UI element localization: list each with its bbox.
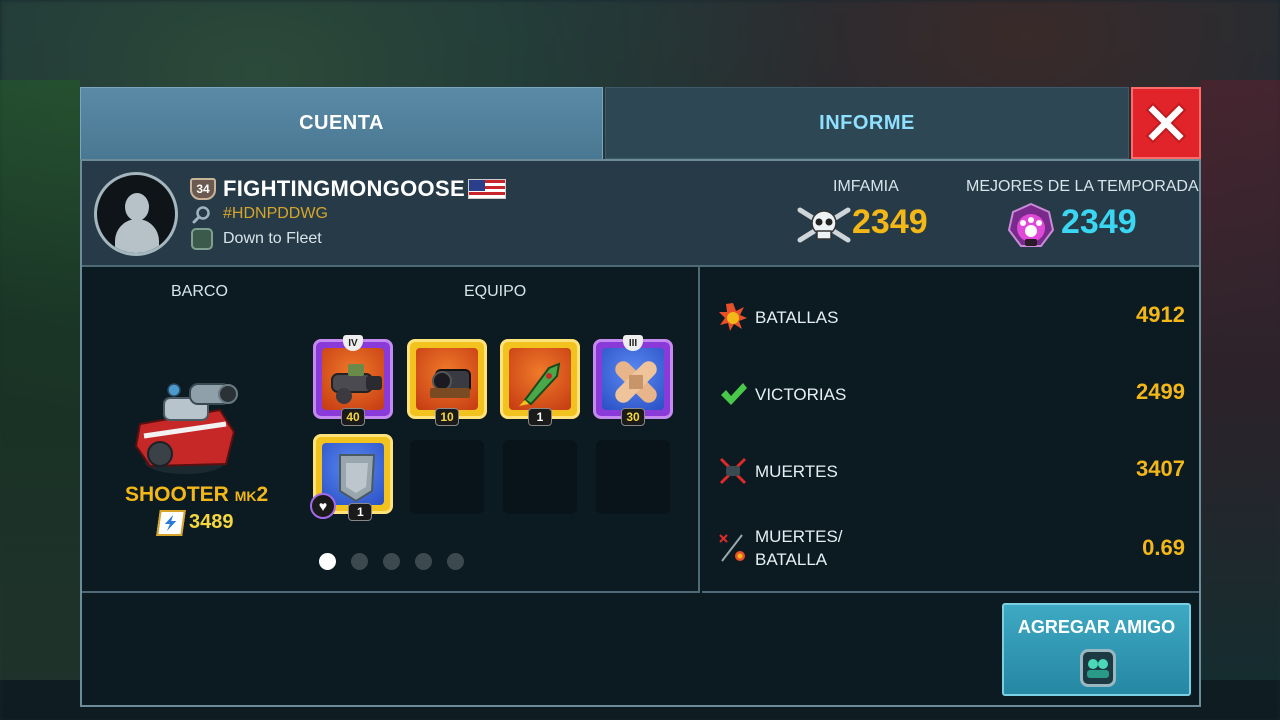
stat-label-line1: MUERTES/ (755, 527, 843, 546)
bandage-icon (615, 361, 657, 403)
stat-label: VICTORIAS (755, 385, 847, 404)
stats-section: BATALLAS 4912 VICTORIAS 2499 MUERTES 340… (702, 267, 1199, 593)
player-tag[interactable]: #HDNPDDWG (223, 205, 328, 223)
tab-cuenta-label: CUENTA (299, 112, 384, 134)
equipment-card-art (416, 348, 478, 410)
card-count: 40 (341, 408, 365, 426)
page-dot-5[interactable] (447, 553, 464, 570)
lightning-icon (156, 510, 186, 536)
crossed-swords-icon (718, 456, 748, 486)
imfamia-value: 2349 (852, 203, 928, 241)
ship-name-text: SHOOTER (125, 483, 229, 506)
us-flag-icon (468, 179, 506, 199)
rocket-icon (519, 362, 561, 406)
empty-equipment-slot[interactable] (410, 440, 484, 514)
stat-value: 4912 (1136, 302, 1185, 327)
ship-mk-level: 2 (256, 483, 269, 506)
ship-mk-prefix: MK (234, 488, 257, 504)
tab-informe-label: INFORME (819, 111, 915, 134)
skull-crossbones-icon (797, 207, 851, 243)
profile-header: 34 FIGHTINGMONGOOSE #HDNPDDWG Down to Fl… (82, 161, 1199, 267)
stat-row-muertes: MUERTES 3407 (702, 450, 1199, 490)
stat-row-muertes-batalla: MUERTES/ BATALLA 0.69 (702, 523, 1199, 573)
ship-power-value: 3489 (189, 511, 234, 533)
equipment-card-art (602, 348, 664, 410)
equipment-card-repair[interactable]: III 30 (593, 335, 673, 426)
profile-panel: 34 FIGHTINGMONGOOSE #HDNPDDWG Down to Fl… (80, 159, 1201, 707)
ratio-icon (718, 533, 748, 563)
card-count: 30 (621, 408, 645, 426)
tab-informe[interactable]: INFORME (605, 87, 1129, 159)
stat-label: BATALLAS (755, 308, 839, 327)
stat-label-line2: BATALLA (755, 550, 828, 569)
heart-icon: ♥ (310, 493, 336, 519)
equipment-card-mortar[interactable]: 10 (407, 339, 487, 426)
stat-label: MUERTES/ BATALLA (755, 525, 843, 571)
player-name: FIGHTINGMONGOOSE (223, 176, 465, 201)
loadout-section: BARCO EQUIPO SHOOTER MK2 3489 IV 40 10 1… (82, 267, 700, 593)
ship-name: SHOOTER MK2 (125, 483, 268, 507)
close-button[interactable] (1131, 87, 1201, 159)
level-shield-icon: 34 (190, 178, 216, 200)
background-right-decor (1200, 80, 1280, 680)
equipment-card-rocket[interactable]: 1 (500, 339, 580, 426)
card-count: 10 (435, 408, 459, 426)
background-left-decor (0, 80, 80, 680)
ship-image[interactable] (130, 362, 240, 482)
page-dot-4[interactable] (415, 553, 432, 570)
mortar-icon (430, 369, 471, 398)
fleet-icon (1080, 649, 1116, 687)
stat-row-batallas: BATALLAS 4912 (702, 296, 1199, 336)
empty-equipment-slot[interactable] (596, 440, 670, 514)
search-icon (192, 206, 210, 224)
avatar-body (115, 219, 159, 253)
barco-label: BARCO (171, 283, 228, 300)
stat-row-victorias: VICTORIAS 2499 (702, 373, 1199, 413)
empty-equipment-slot[interactable] (503, 440, 577, 514)
card-count: 1 (348, 503, 373, 521)
paw-badge-icon (1007, 202, 1055, 247)
stat-value: 0.69 (1142, 535, 1185, 560)
fleet-icon (191, 228, 213, 250)
add-friend-label: AGREGAR AMIGO (1017, 617, 1176, 637)
equipment-card-art (509, 348, 571, 410)
season-best-label: MEJORES DE LA TEMPORADA (966, 178, 1199, 195)
equipo-label: EQUIPO (464, 283, 527, 300)
avatar (94, 172, 178, 256)
season-best-value: 2349 (1061, 203, 1137, 241)
close-icon (1145, 102, 1187, 144)
avatar-head (125, 193, 149, 221)
stat-value: 3407 (1136, 456, 1185, 481)
stat-value: 2499 (1136, 379, 1185, 404)
explosion-icon (718, 302, 748, 332)
equipment-card-armor[interactable]: ♥ 1 (310, 434, 393, 521)
page-dot-3[interactable] (383, 553, 400, 570)
fleet-name[interactable]: Down to Fleet (223, 230, 322, 248)
equipment-card-art (322, 348, 384, 410)
card-count: 1 (528, 408, 552, 426)
equipment-card-cannon[interactable]: IV 40 (313, 335, 393, 426)
imfamia-label: IMFAMIA (833, 178, 899, 195)
stat-label: MUERTES (755, 462, 838, 481)
page-dot-1[interactable] (319, 553, 336, 570)
tab-cuenta[interactable]: CUENTA (80, 87, 603, 159)
checkmark-icon (718, 379, 748, 409)
page-dot-2[interactable] (351, 553, 368, 570)
add-friend-button[interactable]: AGREGAR AMIGO (1002, 603, 1191, 696)
cannon-icon (331, 364, 382, 404)
